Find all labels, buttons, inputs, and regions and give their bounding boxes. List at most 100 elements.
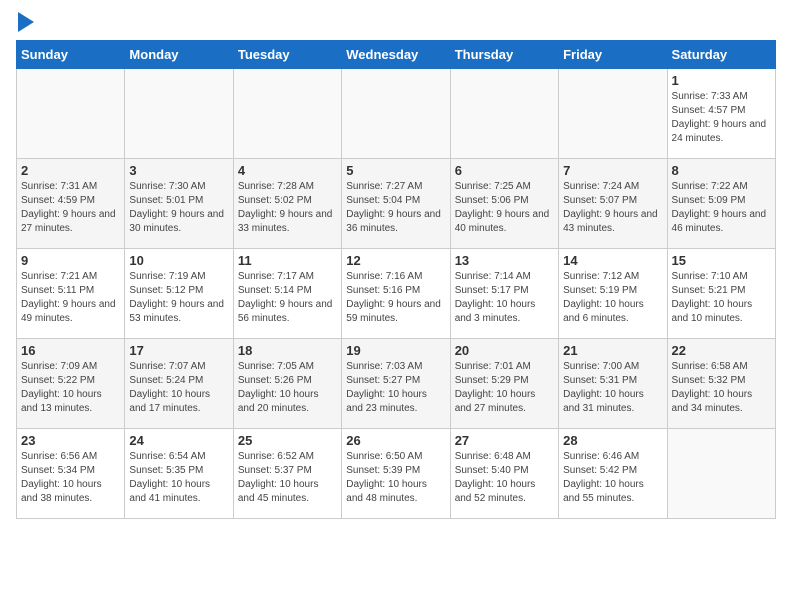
day-info: Sunrise: 6:46 AM Sunset: 5:42 PM Dayligh…	[563, 450, 662, 506]
calendar-week-4: 16 Sunrise: 7:09 AM Sunset: 5:22 PM Dayli…	[17, 339, 776, 429]
day-info: Sunrise: 6:54 AM Sunset: 5:35 PM Dayligh…	[129, 450, 228, 506]
calendar-cell: 10 Sunrise: 7:19 AM Sunset: 5:12 PM Dayli…	[125, 249, 233, 339]
calendar-cell	[667, 429, 775, 519]
day-header-wednesday: Wednesday	[342, 41, 450, 69]
day-number: 21	[563, 343, 662, 358]
page-header	[16, 16, 776, 32]
day-info: Sunrise: 7:07 AM Sunset: 5:24 PM Dayligh…	[129, 360, 228, 416]
calendar-week-5: 23 Sunrise: 6:56 AM Sunset: 5:34 PM Dayli…	[17, 429, 776, 519]
calendar-cell: 17 Sunrise: 7:07 AM Sunset: 5:24 PM Dayli…	[125, 339, 233, 429]
calendar-week-2: 2 Sunrise: 7:31 AM Sunset: 4:59 PM Daylig…	[17, 159, 776, 249]
calendar-cell: 18 Sunrise: 7:05 AM Sunset: 5:26 PM Dayli…	[233, 339, 341, 429]
calendar-week-3: 9 Sunrise: 7:21 AM Sunset: 5:11 PM Daylig…	[17, 249, 776, 339]
calendar-cell: 1 Sunrise: 7:33 AM Sunset: 4:57 PM Daylig…	[667, 69, 775, 159]
calendar-cell: 13 Sunrise: 7:14 AM Sunset: 5:17 PM Dayli…	[450, 249, 558, 339]
day-info: Sunrise: 6:52 AM Sunset: 5:37 PM Dayligh…	[238, 450, 337, 506]
calendar-cell: 5 Sunrise: 7:27 AM Sunset: 5:04 PM Daylig…	[342, 159, 450, 249]
logo	[16, 16, 34, 32]
calendar-cell: 12 Sunrise: 7:16 AM Sunset: 5:16 PM Dayli…	[342, 249, 450, 339]
day-info: Sunrise: 7:12 AM Sunset: 5:19 PM Dayligh…	[563, 270, 662, 326]
day-number: 12	[346, 253, 445, 268]
day-info: Sunrise: 7:09 AM Sunset: 5:22 PM Dayligh…	[21, 360, 120, 416]
day-number: 27	[455, 433, 554, 448]
day-info: Sunrise: 7:16 AM Sunset: 5:16 PM Dayligh…	[346, 270, 445, 326]
day-info: Sunrise: 7:25 AM Sunset: 5:06 PM Dayligh…	[455, 180, 554, 236]
day-number: 10	[129, 253, 228, 268]
day-number: 8	[672, 163, 771, 178]
calendar-table: SundayMondayTuesdayWednesdayThursdayFrid…	[16, 40, 776, 519]
day-info: Sunrise: 7:33 AM Sunset: 4:57 PM Dayligh…	[672, 90, 771, 146]
day-number: 16	[21, 343, 120, 358]
day-number: 28	[563, 433, 662, 448]
day-info: Sunrise: 7:30 AM Sunset: 5:01 PM Dayligh…	[129, 180, 228, 236]
day-info: Sunrise: 7:00 AM Sunset: 5:31 PM Dayligh…	[563, 360, 662, 416]
calendar-cell: 4 Sunrise: 7:28 AM Sunset: 5:02 PM Daylig…	[233, 159, 341, 249]
day-info: Sunrise: 7:27 AM Sunset: 5:04 PM Dayligh…	[346, 180, 445, 236]
day-header-thursday: Thursday	[450, 41, 558, 69]
calendar-cell: 6 Sunrise: 7:25 AM Sunset: 5:06 PM Daylig…	[450, 159, 558, 249]
day-number: 26	[346, 433, 445, 448]
day-info: Sunrise: 7:05 AM Sunset: 5:26 PM Dayligh…	[238, 360, 337, 416]
day-number: 22	[672, 343, 771, 358]
day-number: 25	[238, 433, 337, 448]
day-number: 13	[455, 253, 554, 268]
day-number: 17	[129, 343, 228, 358]
day-info: Sunrise: 6:48 AM Sunset: 5:40 PM Dayligh…	[455, 450, 554, 506]
calendar-cell	[125, 69, 233, 159]
calendar-cell	[450, 69, 558, 159]
calendar-cell: 20 Sunrise: 7:01 AM Sunset: 5:29 PM Dayli…	[450, 339, 558, 429]
calendar-cell: 3 Sunrise: 7:30 AM Sunset: 5:01 PM Daylig…	[125, 159, 233, 249]
day-info: Sunrise: 7:24 AM Sunset: 5:07 PM Dayligh…	[563, 180, 662, 236]
day-number: 23	[21, 433, 120, 448]
calendar-cell: 23 Sunrise: 6:56 AM Sunset: 5:34 PM Dayli…	[17, 429, 125, 519]
calendar-cell: 14 Sunrise: 7:12 AM Sunset: 5:19 PM Dayli…	[559, 249, 667, 339]
calendar-cell: 22 Sunrise: 6:58 AM Sunset: 5:32 PM Dayli…	[667, 339, 775, 429]
day-info: Sunrise: 7:21 AM Sunset: 5:11 PM Dayligh…	[21, 270, 120, 326]
day-info: Sunrise: 7:03 AM Sunset: 5:27 PM Dayligh…	[346, 360, 445, 416]
day-info: Sunrise: 7:19 AM Sunset: 5:12 PM Dayligh…	[129, 270, 228, 326]
day-header-tuesday: Tuesday	[233, 41, 341, 69]
calendar-cell: 8 Sunrise: 7:22 AM Sunset: 5:09 PM Daylig…	[667, 159, 775, 249]
calendar-cell: 21 Sunrise: 7:00 AM Sunset: 5:31 PM Dayli…	[559, 339, 667, 429]
day-number: 20	[455, 343, 554, 358]
day-info: Sunrise: 6:58 AM Sunset: 5:32 PM Dayligh…	[672, 360, 771, 416]
calendar-cell: 2 Sunrise: 7:31 AM Sunset: 4:59 PM Daylig…	[17, 159, 125, 249]
day-header-monday: Monday	[125, 41, 233, 69]
day-number: 3	[129, 163, 228, 178]
calendar-cell: 26 Sunrise: 6:50 AM Sunset: 5:39 PM Dayli…	[342, 429, 450, 519]
day-info: Sunrise: 7:22 AM Sunset: 5:09 PM Dayligh…	[672, 180, 771, 236]
calendar-cell: 25 Sunrise: 6:52 AM Sunset: 5:37 PM Dayli…	[233, 429, 341, 519]
day-number: 24	[129, 433, 228, 448]
day-info: Sunrise: 6:56 AM Sunset: 5:34 PM Dayligh…	[21, 450, 120, 506]
day-number: 5	[346, 163, 445, 178]
day-number: 9	[21, 253, 120, 268]
calendar-cell: 9 Sunrise: 7:21 AM Sunset: 5:11 PM Daylig…	[17, 249, 125, 339]
day-header-sunday: Sunday	[17, 41, 125, 69]
day-info: Sunrise: 7:31 AM Sunset: 4:59 PM Dayligh…	[21, 180, 120, 236]
day-number: 7	[563, 163, 662, 178]
calendar-cell: 15 Sunrise: 7:10 AM Sunset: 5:21 PM Dayli…	[667, 249, 775, 339]
day-info: Sunrise: 7:01 AM Sunset: 5:29 PM Dayligh…	[455, 360, 554, 416]
day-info: Sunrise: 7:14 AM Sunset: 5:17 PM Dayligh…	[455, 270, 554, 326]
day-info: Sunrise: 7:28 AM Sunset: 5:02 PM Dayligh…	[238, 180, 337, 236]
day-number: 14	[563, 253, 662, 268]
day-number: 2	[21, 163, 120, 178]
day-info: Sunrise: 6:50 AM Sunset: 5:39 PM Dayligh…	[346, 450, 445, 506]
day-number: 6	[455, 163, 554, 178]
calendar-cell: 28 Sunrise: 6:46 AM Sunset: 5:42 PM Dayli…	[559, 429, 667, 519]
calendar-cell	[559, 69, 667, 159]
day-number: 19	[346, 343, 445, 358]
day-number: 1	[672, 73, 771, 88]
day-number: 15	[672, 253, 771, 268]
day-number: 18	[238, 343, 337, 358]
calendar-cell	[233, 69, 341, 159]
calendar-header-row: SundayMondayTuesdayWednesdayThursdayFrid…	[17, 41, 776, 69]
calendar-cell: 11 Sunrise: 7:17 AM Sunset: 5:14 PM Dayli…	[233, 249, 341, 339]
calendar-cell: 16 Sunrise: 7:09 AM Sunset: 5:22 PM Dayli…	[17, 339, 125, 429]
logo-arrow-icon	[18, 12, 34, 32]
day-info: Sunrise: 7:10 AM Sunset: 5:21 PM Dayligh…	[672, 270, 771, 326]
calendar-cell: 7 Sunrise: 7:24 AM Sunset: 5:07 PM Daylig…	[559, 159, 667, 249]
day-info: Sunrise: 7:17 AM Sunset: 5:14 PM Dayligh…	[238, 270, 337, 326]
day-number: 11	[238, 253, 337, 268]
day-number: 4	[238, 163, 337, 178]
